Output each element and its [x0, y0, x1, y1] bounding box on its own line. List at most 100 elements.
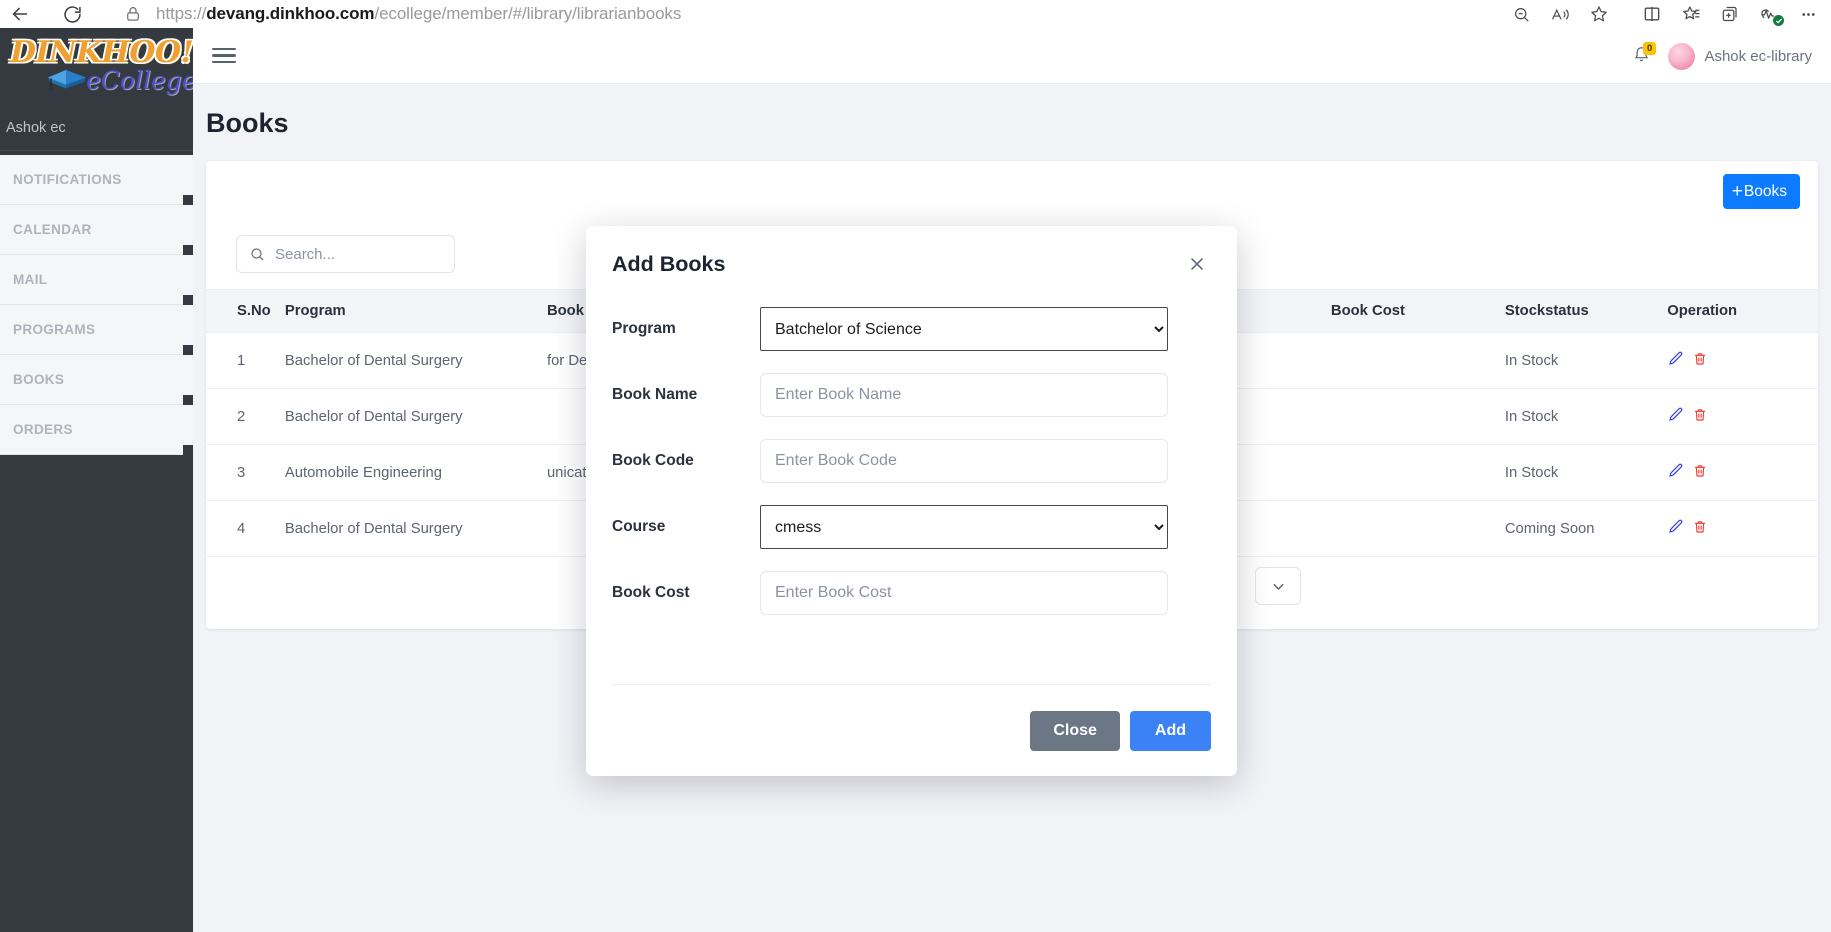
browser-action-icons — [1504, 0, 1825, 28]
cell-operation — [1667, 332, 1818, 389]
form-row-book-code: Book Code — [612, 439, 1211, 483]
performance-icon[interactable] — [1752, 0, 1786, 28]
cell-book-cost — [1330, 388, 1505, 445]
cell-sno: 4 — [206, 500, 285, 557]
sidebar-item-notch — [183, 345, 193, 355]
form-row-book-cost: Book Cost — [612, 571, 1211, 615]
program-label: Program — [612, 320, 676, 337]
sidebar-item-calendar[interactable]: CALENDAR — [0, 205, 193, 255]
avatar — [1668, 42, 1696, 70]
lock-icon — [124, 5, 142, 23]
user-menu[interactable]: Ashok ec-library — [1668, 42, 1812, 70]
close-button[interactable]: Close — [1030, 710, 1120, 751]
search-box[interactable] — [236, 235, 455, 273]
sidebar-username: Ashok ec — [0, 98, 193, 151]
page-title: Books — [206, 108, 289, 138]
column-header-book-cost: Book Cost — [1330, 289, 1505, 333]
form-row-program: Program Batchelor of Science — [612, 307, 1211, 351]
edit-icon[interactable] — [1667, 406, 1684, 427]
cell-book-cost — [1330, 500, 1505, 557]
read-aloud-icon[interactable] — [1543, 0, 1577, 28]
delete-icon[interactable] — [1692, 463, 1708, 483]
search-icon — [249, 246, 266, 263]
sidebar-item-programs[interactable]: PROGRAMS — [0, 305, 193, 355]
back-button[interactable] — [0, 0, 40, 28]
sidebar-item-notch — [183, 195, 193, 205]
sidebar-item-notch — [183, 445, 193, 455]
course-label: Course — [612, 518, 666, 535]
cell-program: Bachelor of Dental Surgery — [284, 500, 547, 557]
book-cost-input[interactable] — [760, 571, 1168, 615]
notification-count-badge: 0 — [1643, 42, 1656, 55]
cell-book-cost — [1330, 332, 1505, 389]
url-path: /ecollege/member/#/library/librarianbook… — [374, 4, 682, 23]
cell-program: Automobile Engineering — [284, 444, 547, 501]
reload-button[interactable] — [52, 0, 92, 28]
address-bar[interactable]: https://devang.dinkhoo.com/ecollege/memb… — [110, 0, 1640, 28]
add-button[interactable]: Add — [1129, 710, 1211, 751]
cell-stockstatus: In Stock — [1504, 444, 1668, 501]
sidebar-item-label: MAIL — [13, 272, 48, 287]
favorite-star-icon[interactable] — [1582, 0, 1616, 28]
url-text: https://devang.dinkhoo.com/ecollege/memb… — [156, 4, 681, 24]
app-logo[interactable]: DINKHOO! eCollege — [0, 28, 193, 98]
more-options-icon[interactable] — [1791, 0, 1825, 28]
cell-stockstatus: Coming Soon — [1504, 500, 1668, 557]
cell-operation — [1667, 388, 1818, 445]
form-row-book-name: Book Name — [612, 373, 1211, 417]
modal-header: Add Books — [586, 226, 1237, 277]
sidebar-item-books[interactable]: BOOKS — [0, 355, 193, 405]
column-header-sno: S.No — [206, 289, 285, 333]
sidebar-item-orders[interactable]: ORDERS — [0, 405, 193, 455]
sidebar-nav: NOTIFICATIONS CALENDAR MAIL PROGRAMS BOO… — [0, 151, 193, 455]
topbar-right-cluster: 0 Ashok ec-library — [1632, 28, 1812, 84]
form-row-course: Course cmess — [612, 505, 1211, 549]
modal-title: Add Books — [612, 252, 726, 276]
sidebar-item-notch — [183, 245, 193, 255]
course-select[interactable]: cmess — [760, 505, 1168, 549]
url-domain: devang.dinkhoo.com — [206, 4, 375, 23]
cell-stockstatus: In Stock — [1504, 332, 1668, 389]
cell-book-cost — [1330, 444, 1505, 501]
notifications-bell-icon[interactable]: 0 — [1632, 42, 1656, 67]
delete-icon[interactable] — [1692, 407, 1708, 427]
card-toolbar: + Books — [206, 161, 1818, 221]
graduation-cap-icon — [44, 66, 90, 94]
cell-stockstatus: In Stock — [1504, 388, 1668, 445]
edit-icon[interactable] — [1667, 350, 1684, 371]
collections-icon[interactable] — [1674, 0, 1708, 28]
split-screen-icon[interactable] — [1635, 0, 1669, 28]
sidebar: DINKHOO! eCollege Ashok ec NOTIFICATIONS… — [0, 28, 193, 932]
delete-icon[interactable] — [1692, 519, 1708, 539]
sidebar-item-mail[interactable]: MAIL — [0, 255, 193, 305]
edit-icon[interactable] — [1667, 462, 1684, 483]
sidebar-item-label: BOOKS — [13, 372, 65, 387]
delete-icon[interactable] — [1692, 351, 1708, 371]
close-icon[interactable] — [1187, 254, 1209, 276]
edit-icon[interactable] — [1667, 518, 1684, 539]
cell-operation — [1667, 444, 1818, 501]
plus-icon: + — [1731, 180, 1743, 202]
book-code-input[interactable] — [760, 439, 1168, 483]
search-input[interactable] — [275, 245, 435, 263]
cell-sno: 3 — [206, 444, 285, 501]
column-header-stockstatus: Stockstatus — [1504, 289, 1668, 333]
copilot-add-icon[interactable] — [1713, 0, 1747, 28]
sidebar-item-label: ORDERS — [13, 422, 73, 437]
sidebar-item-notifications[interactable]: NOTIFICATIONS — [0, 155, 193, 205]
zoom-out-icon[interactable] — [1504, 0, 1538, 28]
column-header-operation: Operation — [1667, 289, 1818, 333]
cell-sno: 1 — [206, 332, 285, 389]
program-select[interactable]: Batchelor of Science — [760, 307, 1168, 351]
chevron-down-icon — [1273, 583, 1283, 590]
add-books-button[interactable]: + Books — [1722, 174, 1800, 209]
user-name-label: Ashok ec-library — [1704, 47, 1812, 65]
hamburger-menu-icon[interactable] — [212, 44, 236, 68]
cell-sno: 2 — [206, 388, 285, 445]
sidebar-item-notch — [183, 295, 193, 305]
cell-program: Bachelor of Dental Surgery — [284, 388, 547, 445]
book-cost-label: Book Cost — [612, 584, 690, 601]
page-size-dropdown[interactable] — [1255, 567, 1301, 605]
column-header-program: Program — [284, 289, 547, 333]
book-name-input[interactable] — [760, 373, 1168, 417]
